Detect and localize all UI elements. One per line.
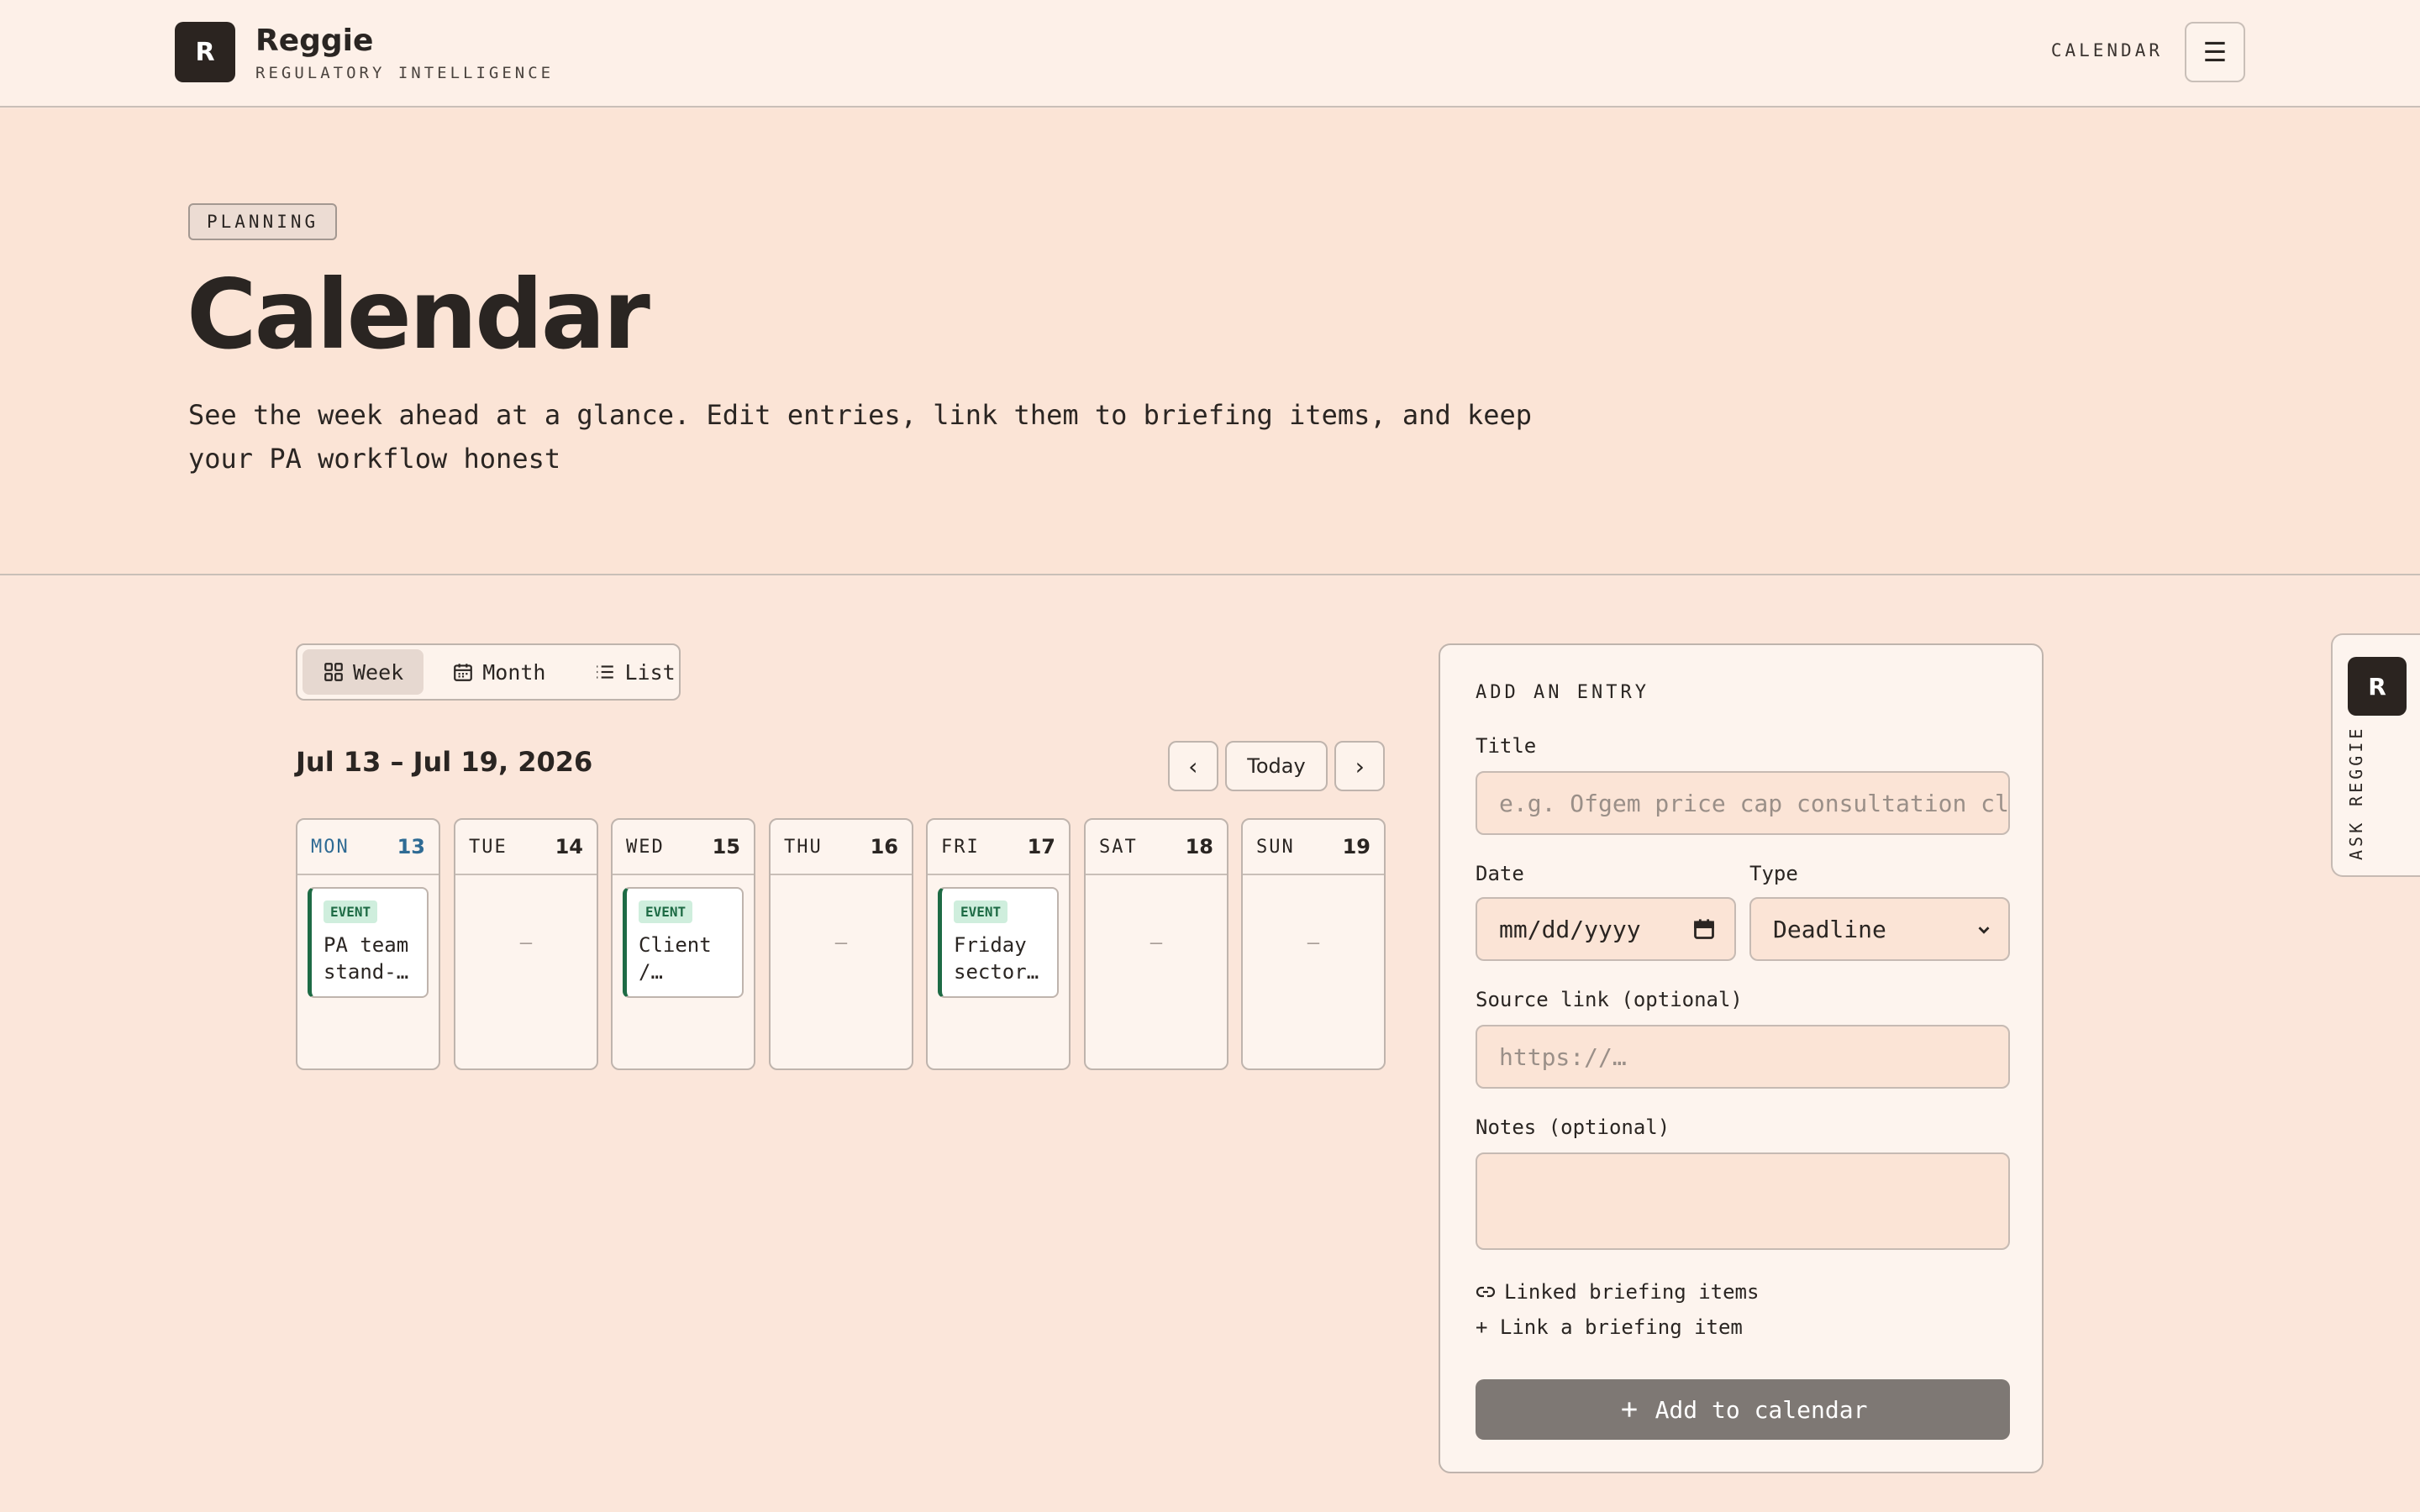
hamburger-icon: ☰ (2202, 36, 2228, 68)
add-to-calendar-button[interactable]: Add to calendar (1476, 1379, 2010, 1440)
linked-briefing-label: Linked briefing items (1504, 1280, 1760, 1304)
linked-briefing-items: Linked briefing items (1476, 1280, 1759, 1304)
view-week-button[interactable]: Week (302, 649, 424, 695)
type-label: Type (1749, 862, 1798, 885)
day-number: 17 (1027, 835, 1055, 858)
chevron-right-icon: › (1352, 752, 1367, 780)
today-button[interactable]: Today (1225, 741, 1328, 791)
menu-button[interactable]: ☰ (2185, 22, 2245, 82)
date-range-label: Jul 13 – Jul 19, 2026 (296, 746, 593, 778)
panel-heading: ADD AN ENTRY (1476, 682, 1649, 703)
day-number: 14 (555, 835, 583, 858)
day-header: SAT 18 (1086, 820, 1227, 875)
brand-logo[interactable]: R (175, 22, 235, 82)
event-title: Friday sector… (954, 933, 1039, 984)
day-name: FRI (941, 836, 980, 858)
day-number: 19 (1342, 835, 1370, 858)
day-number: 15 (712, 835, 740, 858)
type-select-value: Deadline (1773, 915, 1886, 943)
event-title: Client /… (639, 933, 712, 984)
notes-label: Notes (optional) (1476, 1116, 1670, 1139)
day-number: 13 (397, 835, 425, 858)
event-card[interactable]: EVENT Friday sector… (938, 887, 1059, 998)
day-column-sun[interactable]: SUN 19 – (1241, 818, 1386, 1070)
day-name: MON (311, 836, 350, 858)
event-type-tag: EVENT (324, 900, 378, 923)
page-title: Calendar (187, 259, 650, 370)
calendar-icon[interactable] (1692, 917, 1716, 941)
day-name: THU (784, 836, 823, 858)
add-to-calendar-label: Add to calendar (1655, 1395, 1868, 1424)
view-toggle: Week Month List (296, 643, 681, 701)
brand-tagline: REGULATORY INTELLIGENCE (255, 64, 555, 82)
source-link-input[interactable]: https://… (1476, 1025, 2010, 1089)
ask-reggie-tab[interactable]: R ASK REGGIE (2331, 633, 2420, 877)
date-label: Date (1476, 862, 1524, 885)
day-header: FRI 17 (928, 820, 1069, 875)
prev-week-button[interactable]: ‹ (1168, 741, 1218, 791)
link-briefing-action: + Link a briefing item (1476, 1315, 1743, 1339)
calendar-icon (454, 664, 473, 681)
day-name: TUE (469, 836, 508, 858)
day-header: MON 13 (297, 820, 439, 875)
day-header: SUN 19 (1243, 820, 1384, 875)
grid-icon (324, 663, 343, 681)
day-header: THU 16 (771, 820, 912, 875)
day-name: SUN (1256, 836, 1295, 858)
plus-icon (1621, 1402, 1637, 1417)
empty-day-marker: – (834, 931, 848, 954)
link-icon (1476, 1286, 1496, 1298)
event-card[interactable]: EVENT Client /… (623, 887, 744, 998)
page-description: See the week ahead at a glance. Edit ent… (188, 399, 1533, 475)
day-column-mon[interactable]: MON 13 EVENT PA team stand-… (296, 818, 440, 1070)
empty-day-marker: – (1150, 931, 1163, 954)
day-column-sat[interactable]: SAT 18 – (1084, 818, 1228, 1070)
section-badge: PLANNING (188, 203, 338, 240)
event-type-tag: EVENT (639, 900, 693, 923)
event-title: PA team stand-… (324, 933, 409, 984)
nav-link-calendar[interactable]: CALENDAR (2051, 40, 2163, 60)
chevron-down-icon (1978, 927, 1990, 934)
day-column-fri[interactable]: FRI 17 EVENT Friday sector… (926, 818, 1071, 1070)
list-icon (597, 665, 614, 679)
notes-textarea[interactable] (1476, 1152, 2010, 1250)
day-name: WED (626, 836, 665, 858)
day-header: WED 15 (613, 820, 754, 875)
title-label: Title (1476, 734, 1537, 758)
view-list-label: List (624, 659, 676, 685)
day-header: TUE 14 (455, 820, 597, 875)
view-month-button[interactable]: Month (432, 649, 566, 695)
day-column-wed[interactable]: WED 15 EVENT Client /… (611, 818, 755, 1070)
view-week-label: Week (353, 659, 404, 685)
brand-name[interactable]: Reggie (255, 24, 373, 58)
add-entry-panel: ADD AN ENTRY Title e.g. Ofgem price cap … (1439, 643, 2044, 1473)
ask-reggie-logo: R (2348, 657, 2407, 716)
type-select[interactable]: Deadline (1749, 897, 2010, 961)
ask-reggie-label: ASK REGGIE (2346, 725, 2366, 860)
event-card[interactable]: EVENT PA team stand-… (308, 887, 429, 998)
empty-day-marker: – (519, 931, 533, 954)
empty-day-marker: – (1307, 931, 1320, 954)
top-header: R Reggie REGULATORY INTELLIGENCE CALENDA… (0, 0, 2420, 108)
title-input[interactable]: e.g. Ofgem price cap consultation clo (1476, 771, 2010, 835)
day-column-tue[interactable]: TUE 14 – (454, 818, 598, 1070)
chevron-left-icon: ‹ (1186, 752, 1201, 780)
day-number: 16 (870, 835, 898, 858)
view-month-label: Month (482, 659, 546, 685)
event-type-tag: EVENT (954, 900, 1008, 923)
day-name: SAT (1099, 836, 1138, 858)
source-link-label: Source link (optional) (1476, 988, 1743, 1011)
link-briefing-item-button[interactable]: + Link a briefing item (1476, 1315, 1743, 1339)
date-input[interactable]: mm/dd/yyyy (1476, 897, 1736, 961)
next-week-button[interactable]: › (1334, 741, 1385, 791)
date-placeholder: mm/dd/yyyy (1499, 915, 1641, 943)
day-number: 18 (1185, 835, 1213, 858)
view-list-button[interactable]: List (574, 649, 695, 695)
day-column-thu[interactable]: THU 16 – (769, 818, 913, 1070)
